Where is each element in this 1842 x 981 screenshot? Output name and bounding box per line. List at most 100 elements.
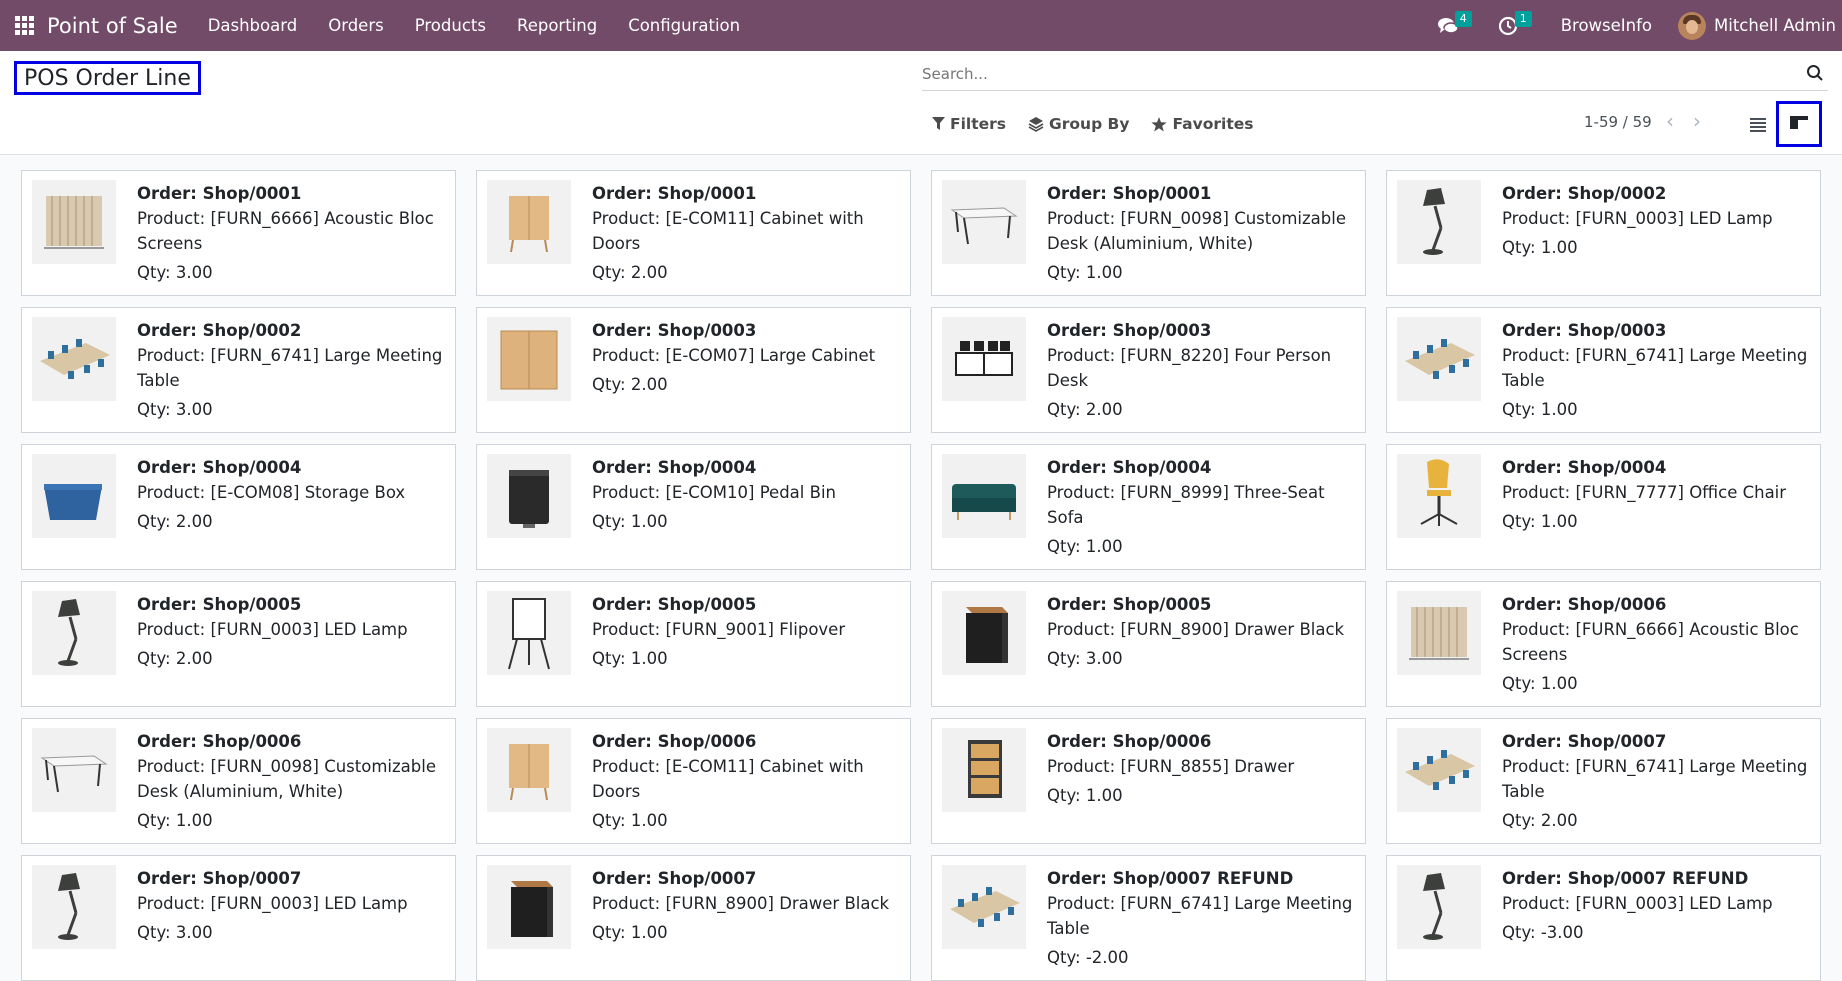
quantity: Qty: 3.00 [137,400,213,419]
order-line-card[interactable]: Order: Shop/0003 Product: [FURN_6741] Lar… [1386,307,1821,433]
card-details: Order: Shop/0006 Product: [FURN_0098] Cus… [137,728,445,834]
product-image [32,180,116,264]
order-reference: Order: Shop/0006 [1502,595,1667,614]
order-line-card[interactable]: Order: Shop/0007 Product: [FURN_6741] Lar… [1386,718,1821,844]
order-reference: Order: Shop/0004 [137,458,302,477]
card-details: Order: Shop/0001 Product: [E-COM11] Cabin… [592,180,900,286]
product-image [942,317,1026,401]
order-line-card[interactable]: Order: Shop/0007 Product: [FURN_8900] Dra… [476,855,911,981]
order-reference: Order: Shop/0001 [137,184,302,203]
order-line-card[interactable]: Order: Shop/0001 Product: [FURN_0098] Cus… [931,170,1366,296]
messages-button[interactable]: 4 [1435,10,1472,39]
quantity: Qty: 1.00 [1502,400,1578,419]
product-name: Product: [FURN_0003] LED Lamp [1502,894,1773,913]
card-details: Order: Shop/0004 Product: [FURN_8999] Thr… [1047,454,1355,560]
order-line-card[interactable]: Order: Shop/0001 Product: [FURN_6666] Aco… [21,170,456,296]
order-reference: Order: Shop/0006 [592,732,757,751]
menu-configuration[interactable]: Configuration [628,16,740,35]
order-reference: Order: Shop/0004 [1502,458,1667,477]
favorites-button[interactable]: Favorites [1151,115,1253,133]
kanban-view-button[interactable] [1776,101,1822,147]
product-image [1397,180,1481,264]
favorites-label: Favorites [1172,115,1254,133]
user-menu[interactable]: Mitchell Admin [1714,16,1836,35]
quantity: Qty: 1.00 [592,811,668,830]
order-line-card[interactable]: Order: Shop/0004 Product: [FURN_7777] Off… [1386,444,1821,570]
order-line-card[interactable]: Order: Shop/0004 Product: [FURN_8999] Thr… [931,444,1366,570]
product-image [942,454,1026,538]
order-line-card[interactable]: Order: Shop/0004 Product: [E-COM10] Pedal… [476,444,911,570]
order-reference: Order: Shop/0004 [592,458,757,477]
card-details: Order: Shop/0007 REFUND Product: [FURN_00… [1502,865,1773,971]
order-reference: Order: Shop/0007 [592,869,757,888]
quantity: Qty: 1.00 [1502,512,1578,531]
user-avatar[interactable] [1678,11,1707,40]
card-details: Order: Shop/0001 Product: [FURN_6666] Aco… [137,180,445,286]
order-line-card[interactable]: Order: Shop/0003 Product: [FURN_8220] Fou… [931,307,1366,433]
apps-menu-icon[interactable] [15,15,35,36]
product-name: Product: [E-COM10] Pedal Bin [592,483,836,502]
control-panel: POS Order Line Filters Group By [0,51,1842,155]
card-details: Order: Shop/0002 Product: [FURN_6741] Lar… [137,317,445,423]
card-details: Order: Shop/0003 Product: [E-COM07] Large… [592,317,875,423]
quantity: Qty: 2.00 [137,512,213,531]
product-image [1397,865,1481,949]
activities-button[interactable]: 1 [1495,10,1532,39]
card-details: Order: Shop/0007 Product: [FURN_0003] LED… [137,865,408,971]
company-switcher[interactable]: BrowseInfo [1561,16,1652,35]
product-image [1397,728,1481,812]
product-name: Product: [E-COM11] Cabinet with Doors [592,209,864,253]
quantity: Qty: 1.00 [592,649,668,668]
top-navbar: Point of Sale Dashboard Orders Products … [0,0,1842,51]
order-line-card[interactable]: Order: Shop/0006 Product: [E-COM11] Cabin… [476,718,911,844]
order-line-card[interactable]: Order: Shop/0004 Product: [E-COM08] Stora… [21,444,456,570]
product-name: Product: [FURN_6741] Large Meeting Table [137,346,443,390]
product-name: Product: [FURN_8900] Drawer Black [592,894,890,913]
order-line-card[interactable]: Order: Shop/0006 Product: [FURN_6666] Aco… [1386,581,1821,707]
app-title[interactable]: Point of Sale [47,14,178,38]
pager-value[interactable]: 1-59 / 59 [1584,113,1652,131]
filters-button[interactable]: Filters [932,115,1006,133]
order-line-card[interactable]: Order: Shop/0005 Product: [FURN_9001] Fli… [476,581,911,707]
group-by-label: Group By [1049,115,1130,133]
order-reference: Order: Shop/0006 [1047,732,1212,751]
card-details: Order: Shop/0001 Product: [FURN_0098] Cus… [1047,180,1355,286]
pager-previous-icon[interactable]: ‹ [1666,111,1682,131]
menu-reporting[interactable]: Reporting [517,16,597,35]
card-details: Order: Shop/0007 Product: [FURN_8900] Dra… [592,865,889,971]
quantity: Qty: 2.00 [592,375,668,394]
quantity: Qty: 1.00 [1047,537,1123,556]
order-line-card[interactable]: Order: Shop/0005 Product: [FURN_8900] Dra… [931,581,1366,707]
menu-products[interactable]: Products [415,16,486,35]
search-input[interactable] [922,63,1784,84]
product-image [32,865,116,949]
star-icon [1151,116,1168,131]
order-line-card[interactable]: Order: Shop/0007 REFUND Product: [FURN_00… [1386,855,1821,981]
menu-dashboard[interactable]: Dashboard [208,16,298,35]
product-name: Product: [E-COM11] Cabinet with Doors [592,757,864,801]
product-name: Product: [E-COM08] Storage Box [137,483,406,502]
list-view-button[interactable] [1746,113,1772,137]
product-name: Product: [FURN_0003] LED Lamp [1502,209,1773,228]
order-line-card[interactable]: Order: Shop/0006 Product: [FURN_0098] Cus… [21,718,456,844]
product-name: Product: [FURN_6741] Large Meeting Table [1047,894,1353,938]
product-name: Product: [FURN_8900] Drawer Black [1047,620,1345,639]
order-reference: Order: Shop/0007 [1502,732,1667,751]
order-line-card[interactable]: Order: Shop/0005 Product: [FURN_0003] LED… [21,581,456,707]
order-line-card[interactable]: Order: Shop/0002 Product: [FURN_0003] LED… [1386,170,1821,296]
order-line-card[interactable]: Order: Shop/0001 Product: [E-COM11] Cabin… [476,170,911,296]
order-line-card[interactable]: Order: Shop/0002 Product: [FURN_6741] Lar… [21,307,456,433]
order-line-card[interactable]: Order: Shop/0003 Product: [E-COM07] Large… [476,307,911,433]
card-details: Order: Shop/0003 Product: [FURN_8220] Fou… [1047,317,1355,423]
order-line-card[interactable]: Order: Shop/0006 Product: [FURN_8855] Dra… [931,718,1366,844]
product-image [32,317,116,401]
menu-orders[interactable]: Orders [328,16,384,35]
order-line-card[interactable]: Order: Shop/0007 Product: [FURN_0003] LED… [21,855,456,981]
order-line-card[interactable]: Order: Shop/0007 REFUND Product: [FURN_67… [931,855,1366,981]
search-icon[interactable] [1806,64,1824,82]
group-by-button[interactable]: Group By [1028,115,1129,133]
pager-next-icon[interactable]: › [1693,111,1709,131]
order-reference: Order: Shop/0003 [1047,321,1212,340]
quantity: Qty: 2.00 [592,263,668,282]
card-details: Order: Shop/0007 REFUND Product: [FURN_67… [1047,865,1355,971]
